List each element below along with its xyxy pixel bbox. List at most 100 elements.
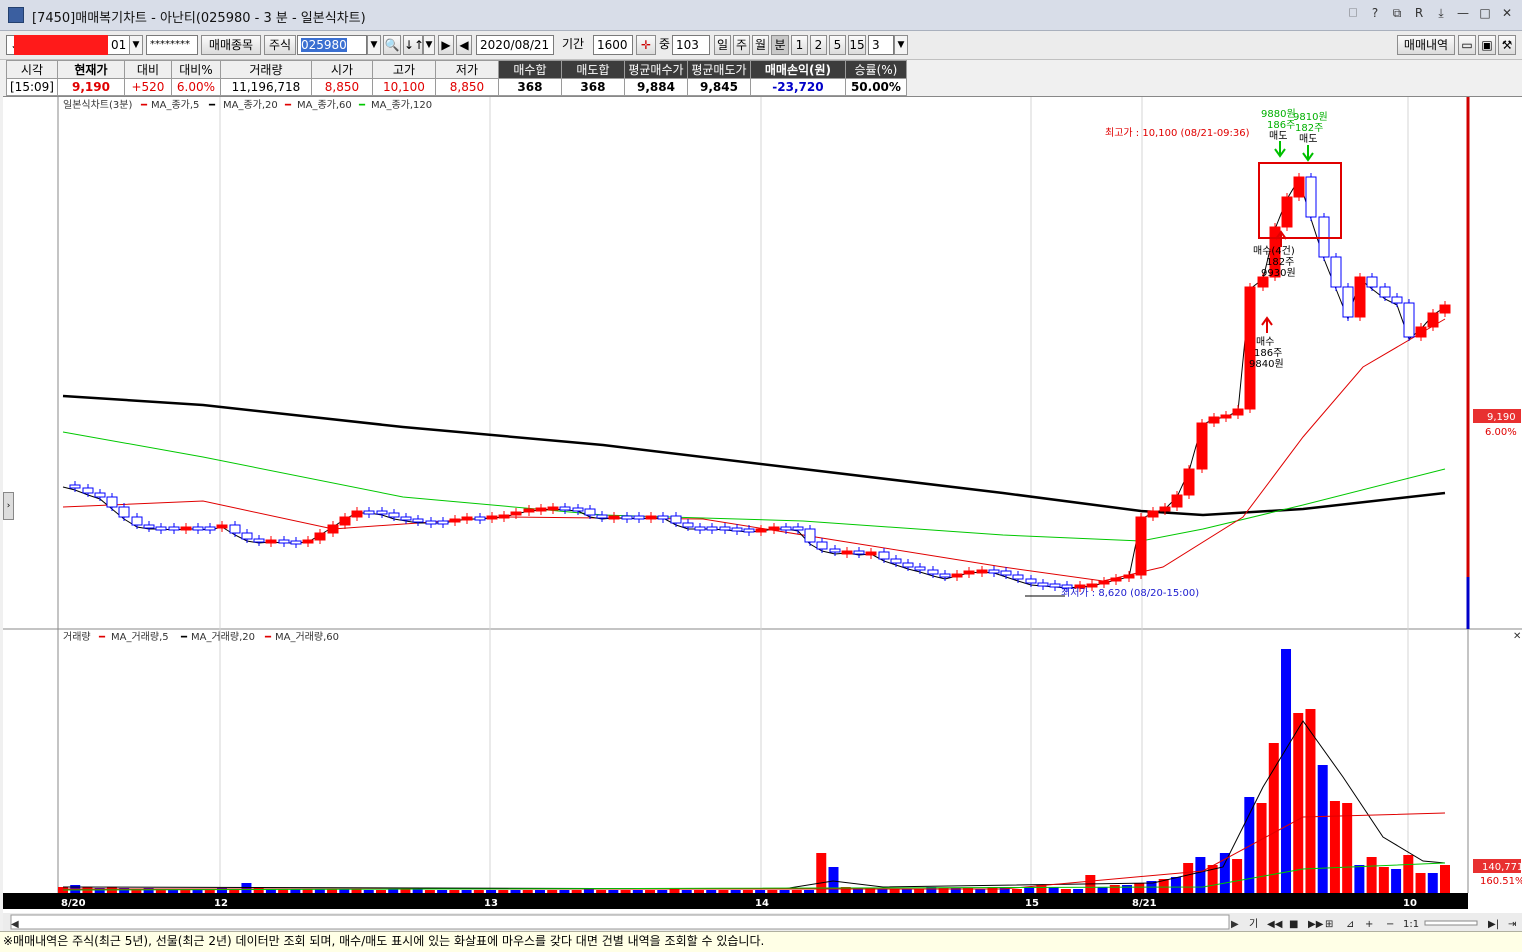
wrench-icon[interactable]: ⚒ (1498, 35, 1516, 55)
month-button[interactable]: 월 (752, 35, 769, 55)
candle-body (474, 516, 486, 521)
pin-icon[interactable]: 🗆 (1344, 4, 1362, 22)
close-button[interactable]: ✕ (1498, 4, 1516, 22)
header-time: 시각 (6, 60, 58, 79)
candle-body (314, 532, 326, 541)
buy1-arrow-icon[interactable] (1261, 316, 1273, 333)
volume-bar (1134, 883, 1145, 893)
help-icon[interactable]: ? (1366, 4, 1384, 22)
candle-body (963, 570, 975, 575)
refresh-icon[interactable]: R (1410, 4, 1428, 22)
candle-body (1232, 408, 1244, 416)
legend-vma20: MA_거래량,20 (191, 631, 255, 643)
volume-close-icon[interactable]: ✕ (1513, 631, 1521, 642)
candle-body (1012, 574, 1024, 580)
volume-bar (706, 890, 717, 893)
candle-body (584, 508, 596, 516)
bottom-control-0[interactable]: 기 (1249, 918, 1258, 930)
minute-button[interactable]: 분 (771, 35, 789, 55)
market-select[interactable]: 주식 (264, 35, 296, 55)
interval-dropdown-icon[interactable]: ▼ (894, 35, 908, 55)
count-input[interactable]: 103 (672, 35, 710, 55)
candle-body (1098, 580, 1110, 585)
account-suffix[interactable]: 01 (108, 35, 130, 55)
candle-body (1147, 510, 1159, 518)
header-volume: 거래량 (219, 60, 312, 79)
interval-5-button[interactable]: 5 (829, 35, 846, 55)
ma5-line (62, 177, 1446, 589)
side-panel-toggle[interactable]: › (3, 492, 14, 520)
candle-body (523, 508, 535, 513)
bottom-control-2[interactable]: ■ (1289, 919, 1298, 930)
bottom-control-8[interactable]: 1:1 (1403, 919, 1419, 930)
folder-icon[interactable]: ▭ (1458, 35, 1476, 55)
value-low: 8,850 (434, 78, 499, 96)
date-input[interactable]: 2020/08/21 (476, 35, 554, 55)
account-dropdown-icon[interactable]: ▼ (129, 35, 143, 55)
bottom-control-4[interactable]: ⊞ (1325, 919, 1333, 930)
header-change-pct: 대비% (170, 60, 221, 79)
bottom-control-9[interactable]: ▶| (1488, 919, 1499, 930)
copy-window-icon[interactable]: ⧉ (1388, 4, 1406, 22)
moving-averages (62, 177, 1446, 589)
day-button[interactable]: 일 (714, 35, 731, 55)
sell2-qty: 182주 (1295, 123, 1323, 134)
candle-body (559, 506, 571, 511)
stock-dropdown-icon[interactable]: ▼ (367, 35, 381, 55)
stock-code-input[interactable]: 025980 (297, 35, 367, 55)
interval-1-button[interactable]: 1 (791, 35, 808, 55)
bottom-control-3[interactable]: ▶▶ (1308, 919, 1324, 930)
sort-dropdown-icon[interactable]: ▼ (423, 35, 435, 55)
value-change: +520 (123, 78, 172, 96)
bottom-control-1[interactable]: ◀◀ (1267, 919, 1283, 930)
candle-body (278, 539, 290, 544)
volume-bar (375, 890, 386, 893)
trade-items-button[interactable]: 매매종목 (201, 35, 261, 55)
bottom-control-10[interactable]: ⇥ (1508, 919, 1516, 930)
download-icon[interactable]: ⤓ (1432, 4, 1450, 22)
sort-icon[interactable]: ↓↑ (403, 35, 424, 55)
volume-bar (1440, 865, 1450, 893)
chart-svg[interactable]: 일본식차트(3분) ━ MA_종가,5 ━ MA_종가,20 ━ MA_종가,6… (3, 97, 1522, 932)
password-field[interactable]: ******** (146, 35, 198, 55)
prev-arrow-icon[interactable]: ◀ (456, 35, 472, 55)
volume-bar (681, 890, 692, 893)
period-input[interactable]: 1600 (593, 35, 633, 55)
trade-history-button[interactable]: 매매내역 (1397, 35, 1455, 55)
volume-legend-title: 거래량 (63, 631, 91, 643)
volume-bar (1293, 713, 1304, 893)
bottom-control-5[interactable]: ⊿ (1346, 919, 1354, 930)
volume-bar (449, 890, 460, 893)
candle-body (241, 532, 253, 540)
candle-body (1037, 582, 1049, 587)
interval-2-button[interactable]: 2 (810, 35, 827, 55)
interval-input[interactable]: 3 (868, 35, 894, 55)
volume-bar (1329, 801, 1340, 893)
scroll-right-icon[interactable]: ▶ (1231, 919, 1239, 930)
save-icon[interactable]: ▣ (1478, 35, 1496, 55)
week-button[interactable]: 주 (733, 35, 750, 55)
scroll-left-icon[interactable]: ◀ (11, 919, 19, 930)
scrollbar-track[interactable] (10, 914, 1230, 930)
candle-body (510, 511, 522, 516)
value-time: [15:09] (6, 78, 58, 96)
candle-body (1281, 196, 1293, 228)
maximize-button[interactable]: □ (1476, 4, 1494, 22)
next-arrow-icon[interactable]: ▶ (438, 35, 454, 55)
search-icon[interactable]: 🔍 (383, 35, 401, 55)
chart-area[interactable]: 일본식차트(3분) ━ MA_종가,5 ━ MA_종가,20 ━ MA_종가,6… (3, 96, 1522, 932)
interval-15-button[interactable]: 15 (848, 35, 866, 55)
sell2-arrow-icon[interactable] (1302, 145, 1314, 162)
candle-body (1208, 416, 1220, 424)
volume-bar (1268, 743, 1279, 893)
volume-bar (424, 890, 435, 893)
bottom-control-6[interactable]: + (1365, 919, 1373, 930)
header-change: 대비 (123, 60, 172, 79)
sell1-arrow-icon[interactable] (1274, 141, 1286, 158)
legend-ma120: MA_종가,120 (371, 99, 432, 111)
candle-body (572, 507, 584, 512)
volume-bar (486, 890, 497, 893)
minimize-button[interactable]: — (1454, 4, 1472, 22)
bottom-control-7[interactable]: − (1386, 919, 1394, 930)
crosshair-icon[interactable]: ✛ (636, 35, 656, 55)
